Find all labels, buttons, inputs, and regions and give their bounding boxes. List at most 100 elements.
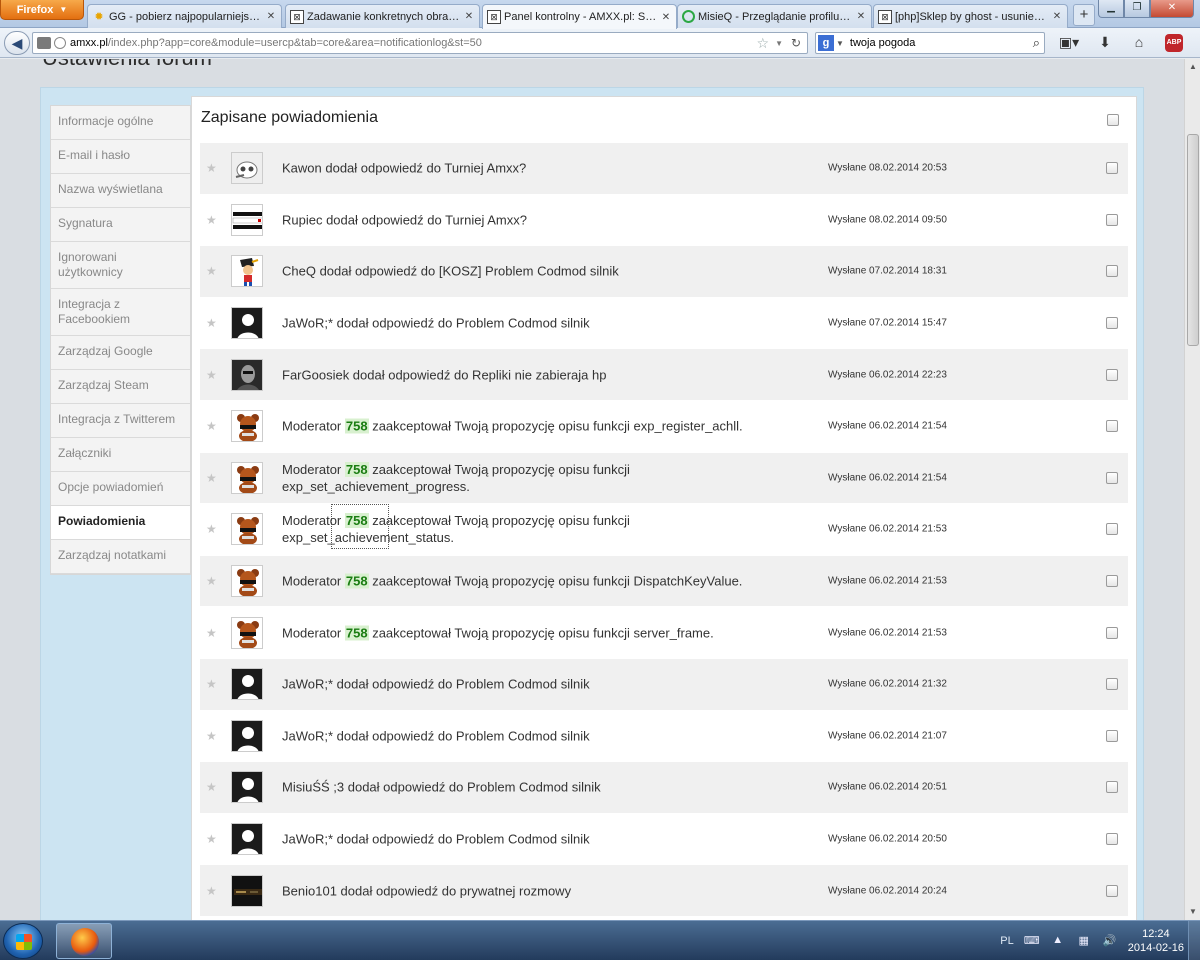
search-icon[interactable]: ⌕ [1033,35,1040,51]
maximize-button[interactable]: ❐ [1124,0,1150,18]
google-engine-icon[interactable]: g [818,35,834,51]
sidebar-item[interactable]: Integracja z Facebookiem [51,289,190,336]
notification-checkbox[interactable] [1106,678,1118,691]
keyboard-icon[interactable]: ⌨ [1024,934,1040,948]
notification-text[interactable]: Moderator 758 zaakceptował Twoją propozy… [282,573,802,590]
notification-text[interactable]: Benio101 dodał odpowiedź do prywatnej ro… [282,882,802,899]
avatar-skull[interactable] [231,152,263,185]
page-scrollbar[interactable]: ▲ ▼ [1184,59,1200,920]
browser-tab[interactable]: MisieQ - Przeglądanie profilu - A... ✕ [677,4,872,28]
sidebar-item[interactable]: Integracja z Twitterem [51,404,190,438]
notification-text[interactable]: JaWoR;* dodał odpowiedź do Problem Codmo… [282,727,802,744]
scrollbar-thumb[interactable] [1187,134,1199,346]
browser-tab[interactable]: ⊠ Zadawanie konkretnych obrażeń... ✕ [285,4,480,28]
moderator-number[interactable]: 758 [344,461,369,477]
star-icon[interactable]: ★ [206,368,217,382]
adblock-plus-icon[interactable]: ABP [1165,34,1183,52]
clock[interactable]: 12:24 2014-02-16 [1128,927,1184,955]
show-desktop-button[interactable] [1188,921,1200,960]
notification-text[interactable]: Moderator 758 zaakceptował Twoją propozy… [282,624,802,641]
star-icon[interactable]: ★ [206,780,217,794]
notification-checkbox[interactable] [1106,213,1118,226]
close-tab-icon[interactable]: ✕ [855,11,867,22]
reload-icon[interactable]: ↻ [791,36,801,50]
avatar-default[interactable] [231,668,263,701]
star-icon[interactable]: ★ [206,213,217,227]
notification-text[interactable]: JaWoR;* dodał odpowiedź do Problem Codmo… [282,676,802,693]
notification-text[interactable]: JaWoR;* dodał odpowiedź do Problem Codmo… [282,315,802,332]
select-all-checkbox[interactable] [1107,114,1119,126]
star-icon[interactable]: ★ [206,522,217,536]
tray-arrow-icon[interactable]: ▲ [1050,934,1066,948]
notification-checkbox[interactable] [1106,575,1118,588]
sidebar-item[interactable]: Nazwa wyświetlana [51,174,190,208]
star-icon[interactable]: ★ [206,419,217,433]
sidebar-item[interactable]: Zarządzaj Steam [51,370,190,404]
search-engine-dropdown-icon[interactable]: ▼ [836,39,844,48]
star-icon[interactable]: ★ [206,884,217,898]
avatar-default[interactable] [231,823,263,856]
url-history-dropdown-icon[interactable]: ▼ [775,39,783,48]
site-identity-icon[interactable] [37,37,51,49]
notification-checkbox[interactable] [1106,420,1118,433]
star-icon[interactable]: ★ [206,626,217,640]
firefox-menu-button[interactable]: Firefox ▼ [0,0,84,20]
notification-text[interactable]: Moderator 758 zaakceptował Twoją propozy… [282,418,802,435]
language-indicator[interactable]: PL [1000,935,1013,947]
star-icon[interactable]: ★ [206,729,217,743]
moderator-number[interactable]: 758 [344,573,369,589]
notification-checkbox[interactable] [1106,368,1118,381]
notification-checkbox[interactable] [1106,523,1118,536]
volume-icon[interactable]: 🔊 [1102,934,1118,948]
notification-text[interactable]: Moderator 758 zaakceptował Twoją propozy… [282,461,802,495]
avatar-default[interactable] [231,307,263,340]
browser-tab[interactable]: ⊠ Panel kontrolny - AMXX.pl: Supp... ✕ [482,4,677,29]
star-icon[interactable]: ★ [206,264,217,278]
close-tab-icon[interactable]: ✕ [463,11,475,22]
avatar-bear[interactable] [231,565,263,598]
sidebar-item[interactable]: Załączniki [51,438,190,472]
home-icon[interactable]: ⌂ [1130,34,1148,52]
notification-text[interactable]: JaWoR;* dodał odpowiedź do Problem Codmo… [282,831,802,848]
notification-text[interactable]: FarGoosiek dodał odpowiedź do Repliki ni… [282,366,802,383]
avatar-bear[interactable] [231,513,263,546]
search-input[interactable]: twoja pogoda [850,37,915,49]
notification-text[interactable]: Moderator 758 zaakceptował Twoją propozy… [282,512,802,546]
new-tab-button[interactable]: + [1073,4,1095,26]
moderator-number[interactable]: 758 [344,418,369,434]
notification-checkbox[interactable] [1106,626,1118,639]
notification-checkbox[interactable] [1106,162,1118,175]
search-bar[interactable]: g ▼ twoja pogoda ⌕ [815,32,1045,54]
taskbar-firefox-button[interactable] [56,923,112,959]
minimize-button[interactable]: ▁ [1098,0,1124,18]
avatar-banner[interactable] [231,203,263,236]
avatar-photo[interactable] [231,358,263,391]
star-icon[interactable]: ★ [206,677,217,691]
sidebar-item[interactable]: E-mail i hasło [51,140,190,174]
sidebar-item[interactable]: Sygnatura [51,208,190,242]
sidebar-item[interactable]: Zarządzaj notatkami [51,540,190,574]
notification-checkbox[interactable] [1106,833,1118,846]
star-icon[interactable]: ★ [206,471,217,485]
avatar-bear[interactable] [231,410,263,443]
scroll-up-icon[interactable]: ▲ [1185,59,1200,75]
avatar-bear[interactable] [231,461,263,494]
star-icon[interactable]: ★ [206,161,217,175]
avatar-cartoon[interactable] [231,255,263,288]
avatar-default[interactable] [231,719,263,752]
avatar-bear[interactable] [231,616,263,649]
browser-tab[interactable]: ✹ GG - pobierz najpopularniejszy p... ✕ [87,4,282,28]
close-tab-icon[interactable]: ✕ [265,11,277,22]
star-icon[interactable]: ★ [206,574,217,588]
network-icon[interactable]: ▦ [1076,934,1092,948]
sidebar-item[interactable]: Ignorowani użytkownicy [51,242,190,289]
notification-checkbox[interactable] [1106,884,1118,897]
avatar-dark[interactable] [231,874,263,907]
notification-text[interactable]: MisiuŚŚ ;3 dodał odpowiedź do Problem Co… [282,779,802,796]
sidebar-item[interactable]: Zarządzaj Google [51,336,190,370]
bookmarks-menu-icon[interactable]: ▣▾ [1056,34,1082,52]
notification-checkbox[interactable] [1106,781,1118,794]
sidebar-item[interactable]: Powiadomienia [51,506,190,540]
star-icon[interactable]: ★ [206,316,217,330]
star-icon[interactable]: ★ [206,832,217,846]
